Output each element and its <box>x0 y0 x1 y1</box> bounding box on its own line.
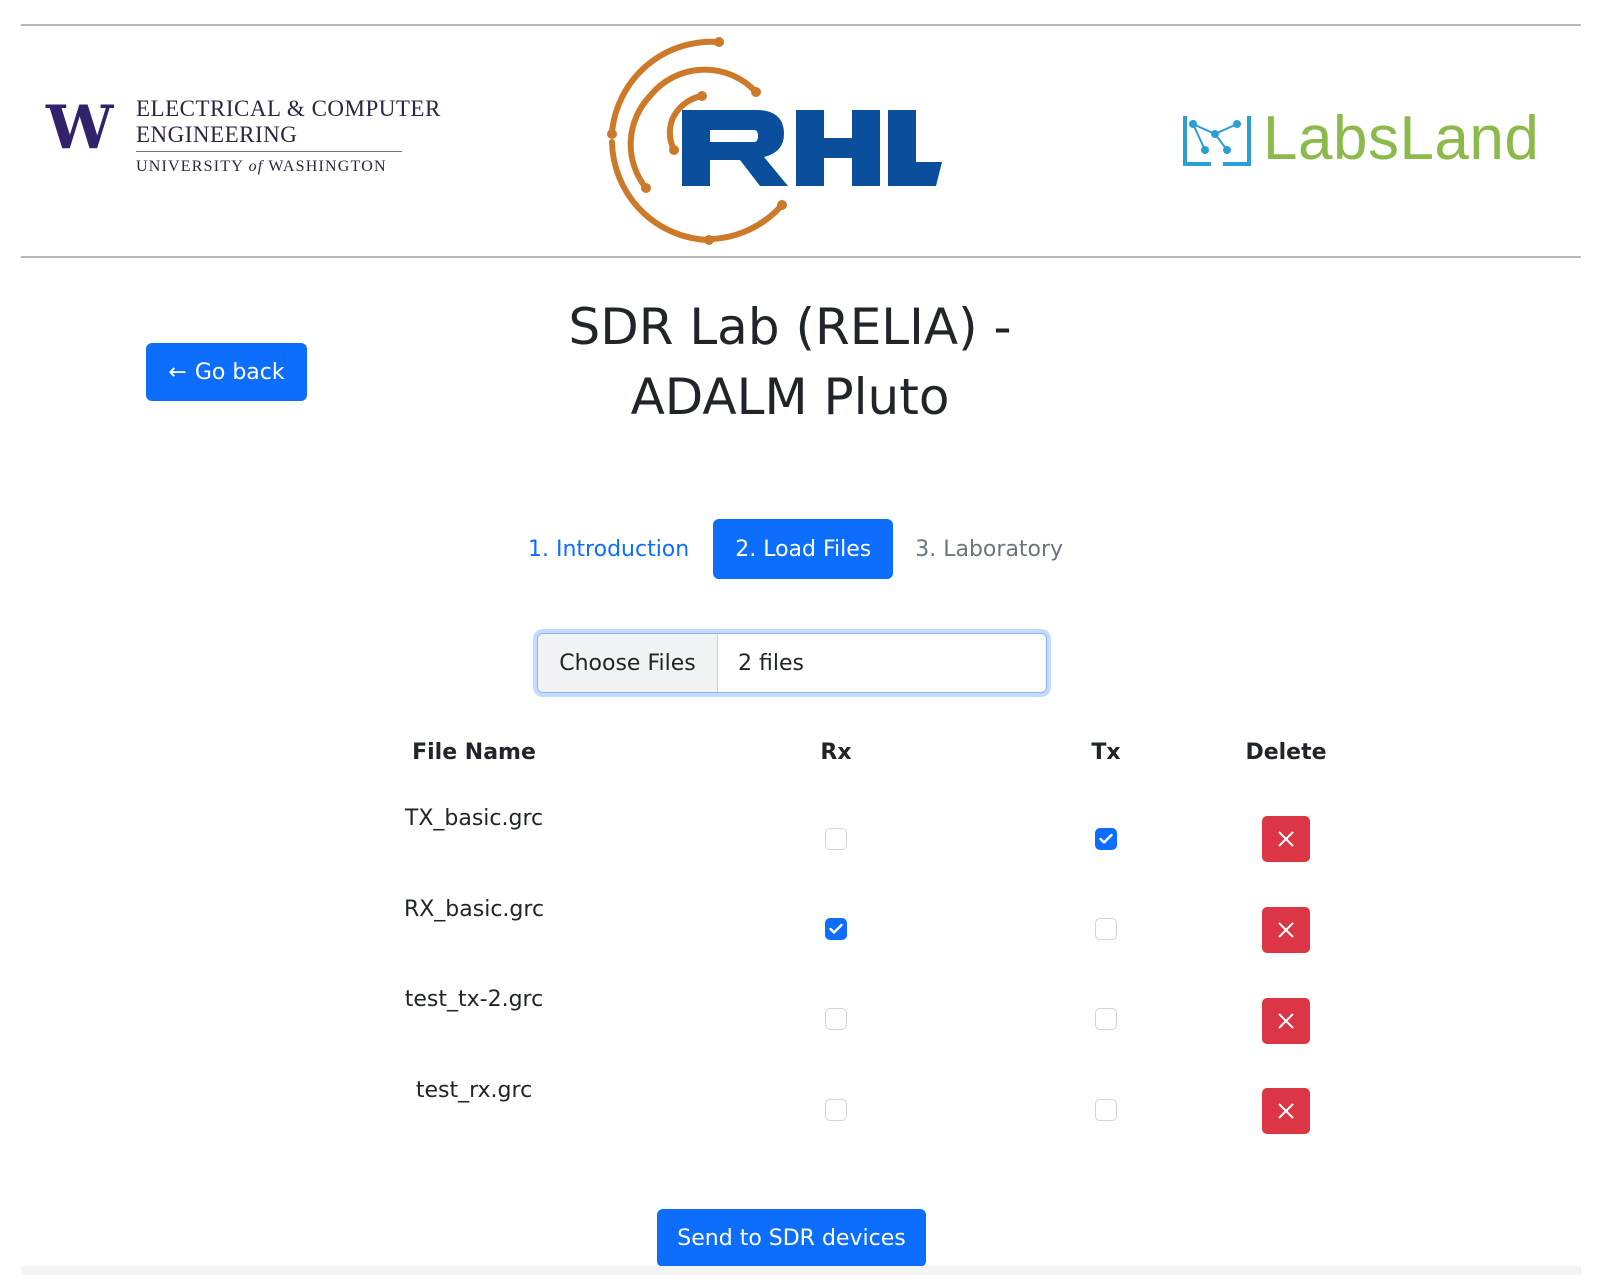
file-name-cell: TX_basic.grc <box>404 806 544 831</box>
page-title-line-2: ADALM Pluto <box>630 368 950 426</box>
x-icon <box>1278 922 1294 938</box>
header-tx: Tx <box>1091 740 1121 765</box>
delete-button[interactable] <box>1262 1088 1310 1134</box>
labsland-logo: LabsLand <box>1181 104 1541 174</box>
go-back-button[interactable]: ← Go back <box>146 343 307 401</box>
file-name-cell: test_tx-2.grc <box>404 987 544 1012</box>
checkmark-icon <box>829 923 843 934</box>
choose-files-button[interactable]: Choose Files <box>538 634 718 692</box>
file-name-cell: test_rx.grc <box>415 1078 533 1103</box>
rx-checkbox[interactable] <box>825 918 847 940</box>
page-title-line-1: SDR Lab (RELIA) - <box>568 298 1012 356</box>
file-name-cell: RX_basic.grc <box>403 897 545 922</box>
uw-divider <box>136 151 402 152</box>
uw-ece-wordmark: ELECTRICAL & COMPUTER ENGINEERING UNIVER… <box>136 96 456 176</box>
uw-line-1: ELECTRICAL & COMPUTER <box>136 96 441 121</box>
delete-button[interactable] <box>1262 816 1310 862</box>
tx-checkbox[interactable] <box>1095 918 1117 940</box>
labsland-wordmark: LabsLand <box>1263 104 1540 173</box>
tx-checkbox[interactable] <box>1095 828 1117 850</box>
rx-checkbox[interactable] <box>825 828 847 850</box>
header-file-name: File Name <box>412 740 536 765</box>
delete-button[interactable] <box>1262 907 1310 953</box>
footer-strip <box>21 1266 1581 1275</box>
labsland-network-icon <box>1183 116 1251 166</box>
file-input[interactable]: Choose Files 2 files <box>537 633 1047 693</box>
header-rx: Rx <box>820 740 852 765</box>
x-icon <box>1278 1013 1294 1029</box>
uw-line-3-of: of <box>248 158 264 175</box>
go-back-label: Go back <box>194 359 285 385</box>
uw-line-3-b: WASHINGTON <box>263 158 387 175</box>
x-icon <box>1278 1103 1294 1119</box>
tab-introduction[interactable]: 1. Introduction <box>506 519 711 579</box>
checkmark-icon <box>1099 833 1113 844</box>
uw-line-3: UNIVERSITY of WASHINGTON <box>136 158 456 176</box>
rx-checkbox[interactable] <box>825 1099 847 1121</box>
tx-checkbox[interactable] <box>1095 1008 1117 1030</box>
arrow-left-icon: ← <box>168 359 187 385</box>
header-bottom-rule <box>21 256 1581 258</box>
send-to-sdr-button[interactable]: Send to SDR devices <box>657 1209 926 1267</box>
step-tabs: 1. Introduction 2. Load Files 3. Laborat… <box>506 519 1085 579</box>
tab-load-files[interactable]: 2. Load Files <box>713 519 894 579</box>
rhl-logo-graphic <box>607 37 942 245</box>
file-input-value: 2 files <box>738 650 804 676</box>
tab-laboratory[interactable]: 3. Laboratory <box>893 519 1085 579</box>
delete-button[interactable] <box>1262 998 1310 1044</box>
uw-line-2: ENGINEERING <box>136 122 298 147</box>
uw-w-mark: W <box>46 93 113 163</box>
header-delete: Delete <box>1245 740 1327 765</box>
uw-line-3-a: UNIVERSITY <box>136 158 249 175</box>
tx-checkbox[interactable] <box>1095 1099 1117 1121</box>
x-icon <box>1278 831 1294 847</box>
header-top-rule <box>21 24 1581 26</box>
rhl-logo <box>606 30 976 255</box>
rx-checkbox[interactable] <box>825 1008 847 1030</box>
page-title: SDR Lab (RELIA) - ADALM Pluto <box>470 292 1110 432</box>
